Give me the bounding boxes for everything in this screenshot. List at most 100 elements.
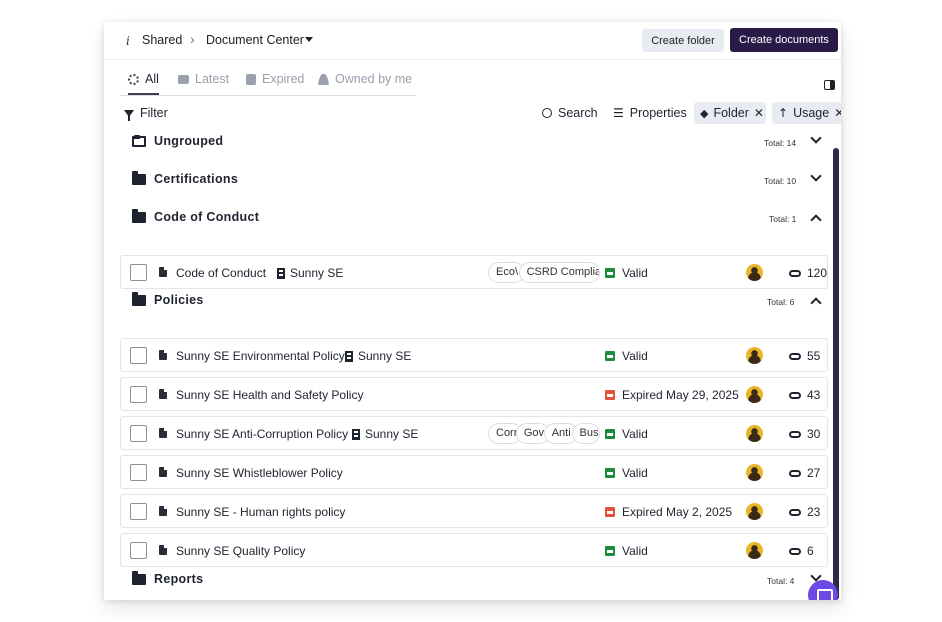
document-icon <box>159 506 167 516</box>
row-checkbox[interactable] <box>130 425 147 442</box>
tab-owned-by-me[interactable]: Owned by me <box>318 72 412 95</box>
close-icon[interactable]: ✕ <box>754 106 764 120</box>
breadcrumb-shared[interactable]: Shared <box>142 33 182 47</box>
calendar-x-icon <box>246 74 256 85</box>
properties-button[interactable]: ☰ Properties <box>613 106 687 120</box>
usage-value: 6 <box>807 544 814 558</box>
breadcrumb-separator-icon: › <box>190 31 195 47</box>
table-row[interactable]: Sunny SE Environmental Policy Sunny SE V… <box>120 338 828 372</box>
status-text: Valid <box>622 466 648 480</box>
usage-count: 30 <box>789 427 820 441</box>
view-tabs: All Latest Expired Owned by me <box>120 72 416 96</box>
scrollbar[interactable] <box>833 148 839 600</box>
document-name[interactable]: Code of Conduct <box>176 266 266 280</box>
document-name[interactable]: Sunny SE - Human rights policy <box>176 505 345 519</box>
usage-count: 27 <box>789 466 820 480</box>
row-checkbox[interactable] <box>130 386 147 403</box>
row-checkbox[interactable] <box>130 347 147 364</box>
table-row[interactable]: Code of Conduct Sunny SE Eco\ CSRD Compl… <box>120 255 828 289</box>
group-header-policies[interactable]: Policies <box>132 291 204 307</box>
organization-name: Sunny SE <box>358 349 412 363</box>
document-icon <box>159 389 167 399</box>
avatar[interactable] <box>746 425 763 442</box>
status-text: Expired May 29, 2025 <box>622 388 739 402</box>
sort-by-usage-chip[interactable]: ↑ Usage ✕ <box>772 102 841 124</box>
chevron-up-icon[interactable] <box>810 297 822 309</box>
folder-icon <box>132 570 146 585</box>
chevron-down-icon[interactable] <box>810 170 822 182</box>
row-checkbox[interactable] <box>130 264 147 281</box>
usage-count: 6 <box>789 544 814 558</box>
group-by-folder-chip[interactable]: ◆ Folder ✕ <box>694 102 766 124</box>
document-icon <box>159 267 167 277</box>
document-name[interactable]: Sunny SE Whistleblower Policy <box>176 466 343 480</box>
tab-all[interactable]: All <box>128 72 159 95</box>
group-header-certifications[interactable]: Certifications <box>132 170 238 186</box>
group-name: Code of Conduct <box>154 210 260 224</box>
chevron-down-icon[interactable] <box>810 132 822 144</box>
tab-latest[interactable]: Latest <box>178 72 229 95</box>
tab-expired[interactable]: Expired <box>246 72 304 95</box>
status-text: Valid <box>622 266 648 280</box>
table-row[interactable]: Sunny SE Quality Policy Valid 6 <box>120 533 828 567</box>
avatar[interactable] <box>746 542 763 559</box>
usage-count: 120 <box>789 266 827 280</box>
row-checkbox[interactable] <box>130 542 147 559</box>
table-row[interactable]: Sunny SE Whistleblower Policy Valid 27 <box>120 455 828 489</box>
table-row[interactable]: Sunny SE Anti-Corruption Policy Sunny SE… <box>120 416 828 450</box>
top-bar: i Shared › Document Center Create folder… <box>104 22 841 60</box>
status: Expired May 2, 2025 <box>605 505 732 519</box>
group-header-code-of-conduct[interactable]: Code of Conduct <box>132 208 260 224</box>
tag[interactable]: CSRD Complian <box>518 262 600 283</box>
arrow-up-icon: ↑ <box>778 106 789 120</box>
avatar[interactable] <box>746 503 763 520</box>
status: Valid <box>605 266 648 280</box>
document-icon <box>159 350 167 360</box>
tag[interactable]: Bus <box>571 423 600 444</box>
organization: Sunny SE <box>352 427 418 441</box>
status: Valid <box>605 349 648 363</box>
row-checkbox[interactable] <box>130 503 147 520</box>
create-folder-button[interactable]: Create folder <box>642 29 724 52</box>
status-text: Valid <box>622 544 648 558</box>
avatar[interactable] <box>746 386 763 403</box>
close-icon[interactable]: ✕ <box>834 106 841 120</box>
usage-chip-label: Usage <box>793 106 830 120</box>
group-total: Total: 14 <box>764 138 797 148</box>
document-name[interactable]: Sunny SE Health and Safety Policy <box>176 388 363 402</box>
search-label: Search <box>558 106 598 120</box>
document-name[interactable]: Sunny SE Environmental Policy <box>176 349 345 363</box>
document-list[interactable]: Ungrouped Total: 14 Certifications Total… <box>104 128 841 600</box>
group-header-reports[interactable]: Reports <box>132 570 203 586</box>
calendar-check-icon <box>605 429 615 439</box>
link-icon <box>789 269 801 277</box>
funnel-icon <box>124 109 134 121</box>
side-panel-toggle-icon[interactable] <box>824 80 835 90</box>
properties-label: Properties <box>629 106 687 120</box>
search-button[interactable]: Search <box>542 106 598 120</box>
calendar-x-icon <box>605 390 615 400</box>
usage-count: 55 <box>789 349 820 363</box>
status-text: Valid <box>622 349 648 363</box>
create-documents-button[interactable]: Create documents <box>730 28 838 52</box>
table-row[interactable]: Sunny SE Health and Safety Policy Expire… <box>120 377 828 411</box>
table-row[interactable]: Sunny SE - Human rights policy Expired M… <box>120 494 828 528</box>
group-header-ungrouped[interactable]: Ungrouped <box>132 134 223 148</box>
avatar[interactable] <box>746 347 763 364</box>
link-icon <box>789 391 801 399</box>
calendar-x-icon <box>605 507 615 517</box>
row-checkbox[interactable] <box>130 464 147 481</box>
group-name: Ungrouped <box>154 134 224 148</box>
tab-all-label: All <box>145 72 159 86</box>
caret-down-icon[interactable] <box>305 37 313 42</box>
filter-button[interactable]: Filter <box>124 106 168 121</box>
chevron-up-icon[interactable] <box>810 214 822 226</box>
link-icon <box>789 547 801 555</box>
avatar[interactable] <box>746 464 763 481</box>
info-icon[interactable]: i <box>126 34 130 48</box>
document-name[interactable]: Sunny SE Quality Policy <box>176 544 305 558</box>
breadcrumb-document-center[interactable]: Document Center <box>206 33 304 47</box>
folder-open-icon <box>132 134 146 147</box>
document-name[interactable]: Sunny SE Anti-Corruption Policy <box>176 427 348 441</box>
avatar[interactable] <box>746 264 763 281</box>
